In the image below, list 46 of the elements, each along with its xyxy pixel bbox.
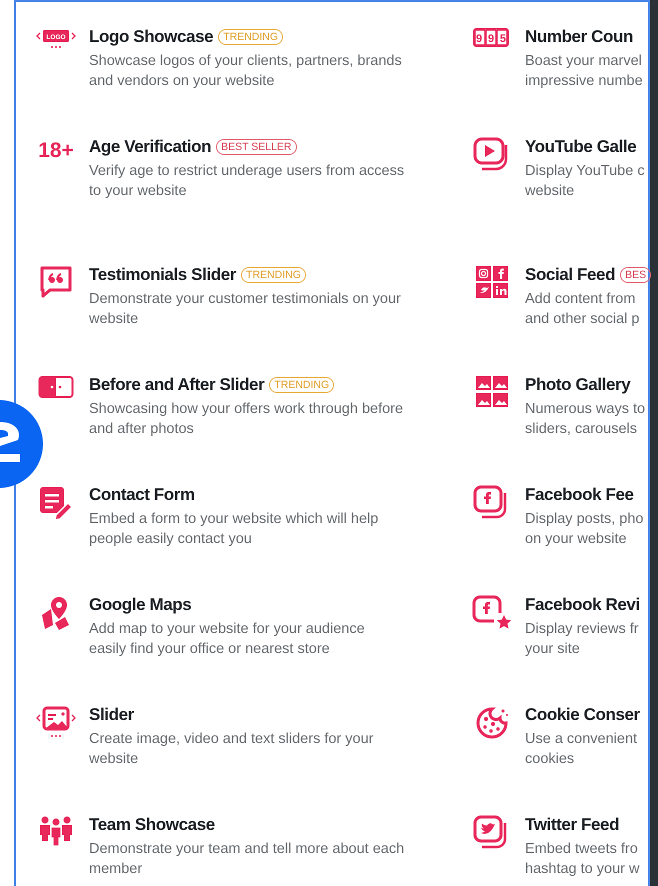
feature-title: Before and After Slider <box>89 374 264 396</box>
feature-description: Demonstrate your customer testimonials on your website <box>89 290 401 328</box>
speech-bubble-icon <box>38 265 74 299</box>
split-panel-icon <box>38 375 74 399</box>
cookie-icon <box>474 705 510 741</box>
feature-description: Showcase logos of your clients, partners, brands and vendors on your website <box>89 52 402 90</box>
feature-title: YouTube Galle <box>525 136 636 158</box>
feature-title: Twitter Feed <box>525 814 620 836</box>
feature-title: Age Verification <box>89 136 212 158</box>
feature-badge: BES <box>620 267 652 283</box>
feature-title: Cookie Conser <box>525 704 640 726</box>
feature-description: Boast your marvel impressive numbe <box>525 52 643 90</box>
team-icon <box>38 815 74 847</box>
feature-description: Embed tweets fro hashtag to your w <box>525 840 640 878</box>
feature-description: Display posts, pho on your website <box>525 510 644 548</box>
feature-badge: TRENDING <box>218 29 284 45</box>
feature-title: Contact Form <box>89 484 195 506</box>
feature-description: Create image, video and text sliders for your website <box>89 730 374 768</box>
age-label-icon: 18+ <box>38 138 74 164</box>
form-pencil-icon <box>38 485 74 521</box>
feature-description: Display YouTube c website <box>525 162 645 200</box>
feature-title: Number Coun <box>525 26 633 48</box>
feature-badge: TRENDING <box>241 267 306 283</box>
feature-title: Logo Showcase <box>89 26 214 48</box>
feature-description: Add content from and other social p <box>525 290 640 328</box>
feature-description: Embed a form to your website which will help people easily contact you <box>89 510 378 548</box>
photo-grid-icon <box>475 375 509 408</box>
feature-badge: TRENDING <box>269 377 334 393</box>
feature-description: Add map to your website for your audience easily find your office or nearest store <box>89 620 365 658</box>
feature-description: Showcasing how your offers work through before and after photos <box>89 400 404 438</box>
feature-title: Google Maps <box>89 594 192 616</box>
feature-badge: BEST SELLER <box>216 139 297 155</box>
feature-title: Facebook Fee <box>525 484 634 506</box>
feature-title: Slider <box>89 704 134 726</box>
feature-description: Verify age to restrict underage users from access to your website <box>89 162 404 200</box>
feature-title: Team Showcase <box>89 814 215 836</box>
feature-title: Facebook Revi <box>525 594 640 616</box>
feature-description: Demonstrate your team and tell more about each member <box>89 840 404 878</box>
facebook-star-icon <box>472 595 512 631</box>
feature-title: Photo Gallery <box>525 374 630 396</box>
feature-title: Social Feed <box>525 264 616 286</box>
feature-description: Display reviews fr your site <box>525 620 640 658</box>
feature-description: Use a convenient cookies <box>525 730 638 768</box>
feature-title: Testimonials Slider <box>89 264 236 286</box>
feature-description: Numerous ways to sliders, carousels <box>525 400 646 438</box>
social-grid-icon <box>475 265 509 299</box>
